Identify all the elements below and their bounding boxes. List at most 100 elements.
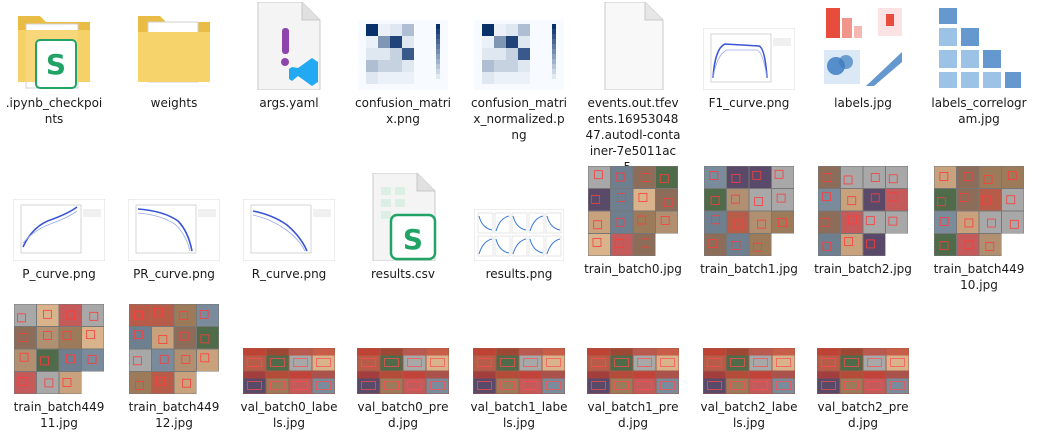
file-name: val_batch1_labels.jpg (470, 400, 568, 430)
file-item[interactable]: S .ipynb_checkpoints (5, 2, 103, 127)
image-thumbnail (930, 166, 1028, 256)
file-item[interactable]: train_batch2.jpg (814, 166, 912, 277)
file-name: labels.jpg (834, 96, 892, 110)
val-thumb (587, 348, 679, 394)
file-name: train_batch44911.jpg (13, 400, 105, 430)
image-thumbnail (930, 2, 1028, 90)
file-name: train_batch2.jpg (814, 262, 912, 276)
file-name: train_batch0.jpg (584, 262, 682, 276)
file-item[interactable]: val_batch2_pred.jpg (814, 306, 912, 431)
val-thumb (473, 348, 565, 394)
file-item[interactable]: val_batch0_labels.jpg (240, 306, 338, 431)
curve-thumb (128, 199, 220, 261)
file-name: .ipynb_checkpoints (5, 96, 103, 126)
file-item[interactable]: labels_correlogram.jpg (930, 2, 1028, 127)
val-thumb (817, 348, 909, 394)
file-item[interactable]: F1_curve.png (700, 2, 798, 111)
file-name: train_batch1.jpg (700, 262, 798, 276)
csv-file-icon: S (354, 173, 452, 261)
image-thumbnail (700, 306, 798, 394)
file-name: P_curve.png (22, 267, 96, 281)
mosaic-thumb (588, 166, 678, 256)
file-item[interactable]: train_batch44910.jpg (930, 166, 1028, 293)
image-thumbnail (470, 306, 568, 394)
file-name: train_batch44912.jpg (128, 400, 220, 430)
results-thumb (474, 209, 564, 261)
image-thumbnail (10, 304, 108, 394)
mosaic-thumb (818, 166, 908, 256)
file-item[interactable]: results.png (470, 173, 568, 282)
file-name: events.out.tfevents.1695304847.autodl-co… (585, 96, 681, 174)
image-thumbnail (814, 166, 912, 256)
mosaic-thumb (14, 304, 104, 394)
file-item[interactable]: weights (125, 2, 223, 111)
mosaic-thumb (934, 166, 1024, 256)
image-thumbnail (814, 2, 912, 90)
file-name: val_batch1_pred.jpg (587, 400, 679, 430)
file-item[interactable]: val_batch1_labels.jpg (470, 306, 568, 431)
image-thumbnail (700, 2, 798, 90)
yaml-file-icon (240, 2, 338, 90)
image-thumbnail (125, 173, 223, 261)
file-name: val_batch0_labels.jpg (240, 400, 338, 430)
image-thumbnail (240, 306, 338, 394)
folder-icon (125, 2, 223, 90)
mosaic-thumb (129, 304, 219, 394)
svg-text:S: S (46, 48, 66, 81)
file-item[interactable]: args.yaml (240, 2, 338, 111)
file-item[interactable]: train_batch0.jpg (584, 166, 682, 277)
file-grid: S .ipynb_checkpoints weights args.yaml c… (0, 0, 1048, 442)
file-name: PR_curve.png (133, 267, 215, 281)
confusion-thumb (358, 20, 448, 90)
image-thumbnail (354, 306, 452, 394)
file-name: args.yaml (259, 96, 319, 110)
file-item[interactable]: confusion_matrix_normalized.png (470, 2, 568, 143)
image-thumbnail (814, 306, 912, 394)
file-item[interactable]: labels.jpg (814, 2, 912, 111)
image-thumbnail (354, 2, 452, 90)
image-thumbnail (10, 173, 108, 261)
file-name: train_batch44910.jpg (933, 262, 1025, 292)
file-name: labels_correlogram.jpg (931, 96, 1027, 126)
file-name: val_batch2_labels.jpg (700, 400, 798, 430)
curve-thumb (243, 199, 335, 261)
curve-thumb (703, 28, 795, 90)
image-thumbnail (240, 173, 338, 261)
file-name: val_batch2_pred.jpg (817, 400, 909, 430)
image-thumbnail (584, 306, 682, 394)
confusion-thumb (474, 20, 564, 90)
image-thumbnail (584, 166, 682, 256)
file-item[interactable]: train_batch1.jpg (700, 166, 798, 277)
curve-thumb (13, 199, 105, 261)
image-thumbnail (470, 2, 568, 90)
mosaic-thumb (704, 166, 794, 256)
file-name: F1_curve.png (708, 96, 790, 110)
file-item[interactable]: val_batch2_labels.jpg (700, 306, 798, 431)
file-item[interactable]: R_curve.png (240, 173, 338, 282)
blank-file-icon (584, 2, 682, 90)
image-thumbnail (470, 173, 568, 261)
labels-thumb (820, 4, 906, 90)
image-thumbnail (125, 304, 223, 394)
val-thumb (703, 348, 795, 394)
file-name: confusion_matrix_normalized.png (471, 96, 567, 142)
file-item[interactable]: val_batch0_pred.jpg (354, 306, 452, 431)
val-thumb (243, 348, 335, 394)
file-name: confusion_matrix.png (355, 96, 451, 126)
file-item[interactable]: train_batch44911.jpg (10, 304, 108, 431)
image-thumbnail (700, 166, 798, 256)
file-item[interactable]: val_batch1_pred.jpg (584, 306, 682, 431)
file-name: weights (150, 96, 198, 110)
folder-icon: S (5, 2, 103, 90)
correlogram-thumb (935, 4, 1023, 90)
file-item[interactable]: P_curve.png (10, 173, 108, 282)
file-item[interactable]: S results.csv (354, 173, 452, 282)
file-name: results.csv (371, 267, 435, 281)
val-thumb (357, 348, 449, 394)
file-item[interactable]: confusion_matrix.png (354, 2, 452, 127)
file-item[interactable]: events.out.tfevents.1695304847.autodl-co… (584, 2, 682, 175)
file-item[interactable]: train_batch44912.jpg (125, 304, 223, 431)
file-name: results.png (485, 267, 553, 281)
file-item[interactable]: PR_curve.png (125, 173, 223, 282)
file-name: R_curve.png (251, 267, 327, 281)
